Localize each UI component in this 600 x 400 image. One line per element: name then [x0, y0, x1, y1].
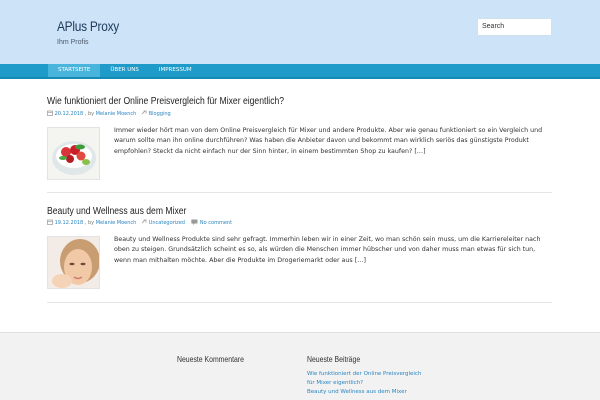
post-category[interactable]: Blogging [149, 111, 171, 117]
woman-face-icon [48, 237, 99, 288]
nav-item-startseite[interactable]: Startseite [48, 64, 101, 77]
author-prefix: , by [84, 111, 95, 117]
post-title[interactable]: Beauty und Wellness aus dem Mixer [47, 206, 481, 217]
recent-post-link[interactable]: Wie funktioniert der Online Preisverglei… [307, 370, 421, 379]
recent-post-link[interactable]: für Mixer eigentlich? [307, 379, 421, 388]
post-thumbnail[interactable] [47, 127, 100, 180]
recent-posts-list: Wie funktioniert der Online Preisverglei… [307, 370, 421, 397]
fruit-bowl-icon [48, 128, 99, 179]
post-title[interactable]: Wie funktioniert der Online Preisverglei… [47, 96, 481, 107]
footer-widgets: Neueste Kommentare Neueste Beiträge Wie … [0, 332, 600, 400]
search-input[interactable]: Search [477, 18, 552, 36]
main-navigation: Startseite Über uns Impressum [0, 64, 600, 79]
nav-item-impressum[interactable]: Impressum [149, 64, 202, 77]
post-meta: 20.12.2018 , by Melanie Moench Blogging [47, 110, 171, 117]
calendar-icon [47, 110, 53, 117]
post-meta: 19.12.2018 , by Melanie Moench Uncategor… [47, 219, 232, 226]
site-description: Ihm Profis [57, 39, 89, 46]
post-article: Wie funktioniert der Online Preisverglei… [47, 96, 552, 107]
site-header: APlus Proxy Ihm Profis Search [0, 0, 600, 64]
recent-post-link[interactable]: Beauty und Wellness aus dem Mixer [307, 388, 421, 397]
post-divider [47, 192, 552, 193]
post-comments[interactable]: No comment [200, 220, 232, 226]
comment-icon [191, 219, 198, 226]
post-excerpt: Beauty und Wellness Produkte sind sehr g… [114, 236, 541, 264]
recent-comments-title: Neueste Kommentare [177, 355, 244, 364]
post-excerpt: Immer wieder hört man von dem Online Pre… [114, 127, 543, 155]
post-thumbnail[interactable] [47, 236, 100, 289]
post-author[interactable]: Melanie Moench [96, 111, 137, 117]
post-article: Beauty und Wellness aus dem Mixer [47, 206, 552, 217]
post-author[interactable]: Melanie Moench [96, 220, 137, 226]
post-date[interactable]: 19.12.2018 [55, 220, 84, 226]
post-category[interactable]: Uncategorized [149, 220, 185, 226]
calendar-icon [47, 219, 53, 226]
site-title[interactable]: APlus Proxy [57, 18, 119, 34]
post-date[interactable]: 20.12.2018 [55, 111, 84, 117]
recent-posts-title: Neueste Beiträge [307, 355, 361, 364]
post-divider [47, 302, 552, 303]
nav-item-ueber-uns[interactable]: Über uns [100, 64, 148, 77]
author-prefix: , by [84, 220, 95, 226]
link-icon [141, 110, 147, 117]
link-icon [141, 219, 147, 226]
